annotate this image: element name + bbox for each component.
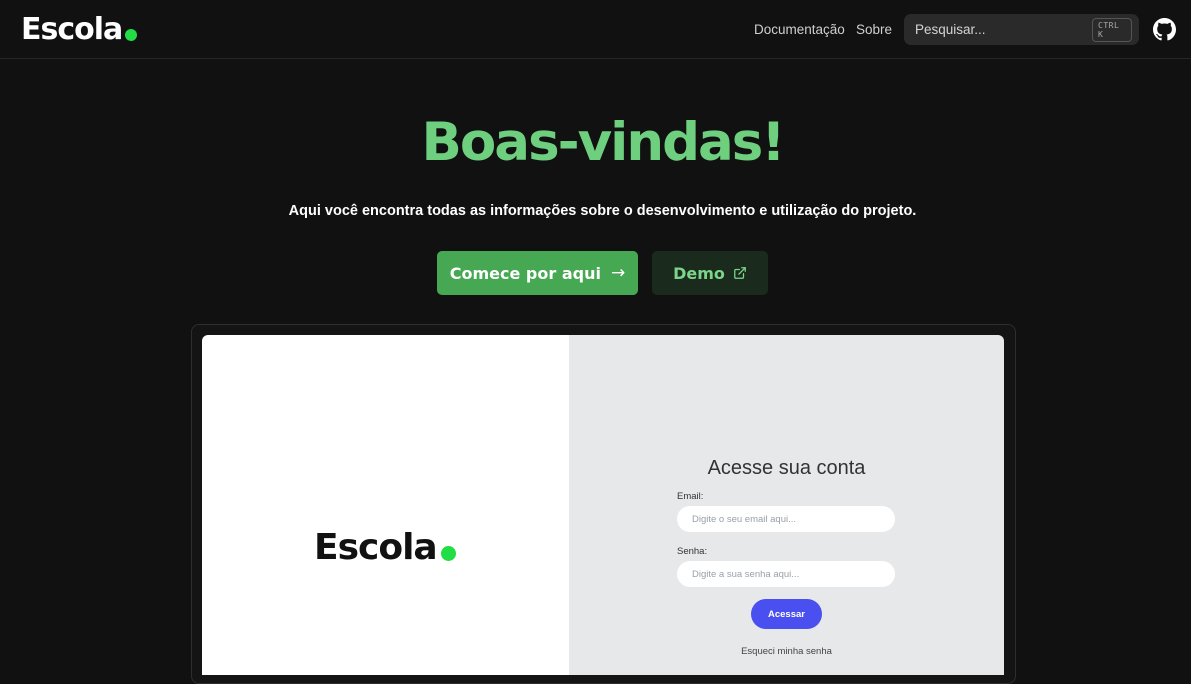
get-started-button[interactable]: Comece por aqui → — [437, 251, 638, 295]
preview-login-panel: Acesse sua conta Email: Senha: Acessar E… — [569, 335, 1004, 675]
password-label: Senha: — [677, 546, 708, 557]
preview-logo-text: Escola — [314, 527, 438, 568]
search-box[interactable]: CTRL K — [904, 14, 1139, 45]
logo-text: Escola — [21, 12, 123, 47]
login-submit-button[interactable]: Acessar — [751, 599, 822, 629]
preview-logo: Escola — [314, 527, 456, 568]
hero-subtitle: Aqui você encontra todas as informações … — [288, 203, 917, 219]
search-input[interactable] — [915, 22, 1092, 37]
arrow-right-icon: → — [610, 263, 626, 283]
top-navbar: Escola Documentação Sobre CTRL K — [0, 0, 1191, 59]
preview-brand-panel: Escola — [202, 335, 569, 675]
app-preview-screenshot: Escola Acesse sua conta Email: Senha: Ac… — [202, 335, 1004, 675]
site-logo[interactable]: Escola — [21, 12, 138, 47]
github-icon[interactable] — [1153, 18, 1176, 41]
email-label: Email: — [677, 491, 704, 502]
search-shortcut-badge: CTRL K — [1092, 17, 1132, 42]
nav-link-about[interactable]: Sobre — [856, 22, 892, 37]
nav-link-documentation[interactable]: Documentação — [754, 22, 845, 37]
login-title: Acesse sua conta — [707, 457, 866, 479]
logo-dot-icon — [125, 29, 138, 41]
password-field[interactable] — [677, 561, 895, 587]
email-field[interactable] — [677, 506, 895, 532]
hero-title: Boas-vindas! — [421, 112, 786, 173]
forgot-password-link[interactable]: Esqueci minha senha — [569, 646, 1004, 657]
demo-button[interactable]: Demo — [652, 251, 768, 295]
get-started-label: Comece por aqui — [449, 263, 601, 283]
external-link-icon — [733, 267, 746, 279]
preview-logo-dot-icon — [440, 546, 456, 561]
demo-label: Demo — [673, 263, 725, 283]
